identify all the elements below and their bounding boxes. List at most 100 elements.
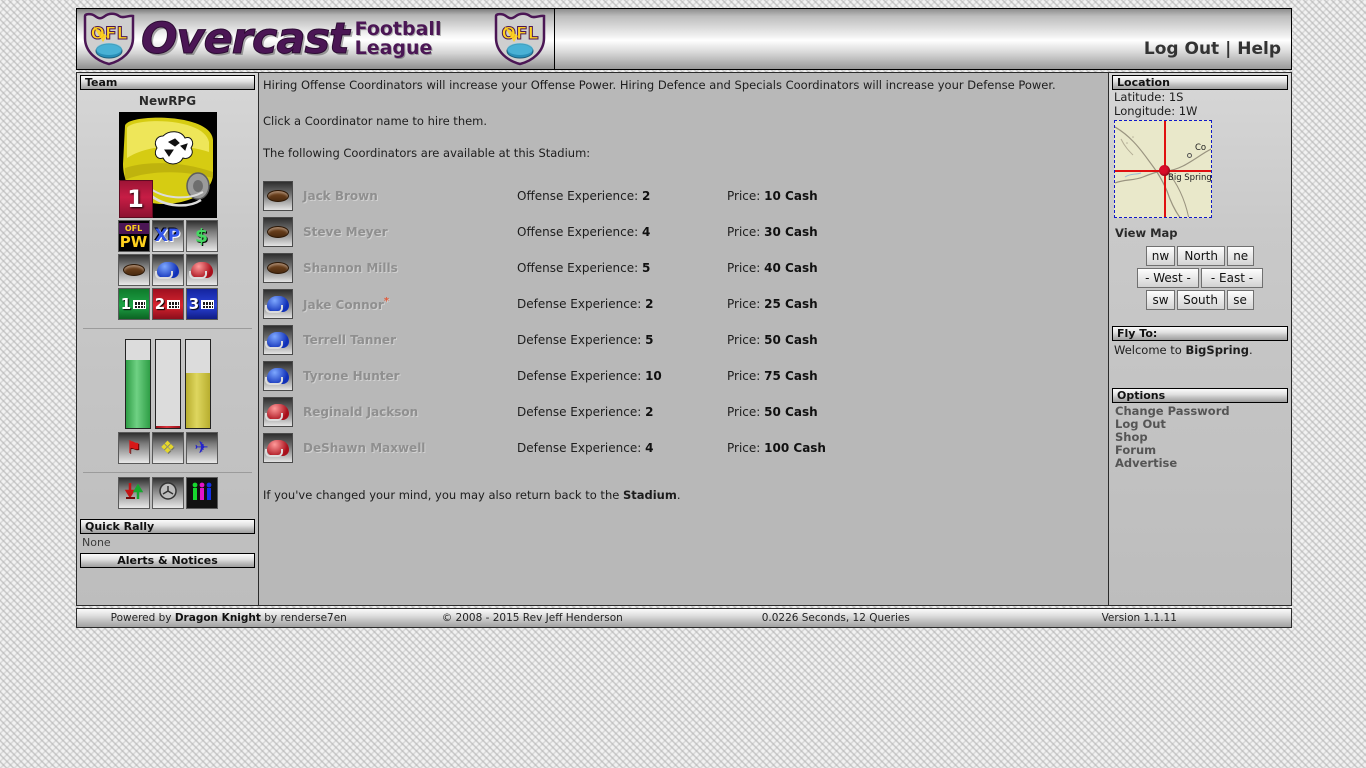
coordinator-name-link[interactable]: Shannon Mills: [303, 261, 517, 275]
coordinator-price: Price: 25 Cash: [727, 297, 818, 312]
football-icon[interactable]: [263, 253, 293, 284]
table-row: Steve Meyer Offense Experience: 4 Price:…: [263, 214, 1103, 250]
squad-2-label: 2: [154, 295, 166, 313]
blue-helmet-icon[interactable]: [263, 289, 293, 320]
footer-powered-prefix: Powered by: [110, 612, 175, 624]
red-helmet-icon: [188, 262, 213, 279]
table-row: Terrell Tanner Defense Experience: 5 Pri…: [263, 322, 1103, 358]
team-helmet-image[interactable]: 1: [118, 112, 217, 218]
sidebar-divider-1: [83, 328, 252, 329]
blue-helmet-icon[interactable]: [263, 325, 293, 356]
header-help-link[interactable]: Help: [1237, 39, 1281, 59]
map-marker-label: Big Spring: [1168, 173, 1212, 184]
squad-3-label: 3: [188, 295, 200, 313]
football-tile[interactable]: [117, 254, 150, 286]
football-icon[interactable]: [263, 217, 293, 248]
coordinator-name-link[interactable]: Terrell Tanner: [303, 333, 517, 347]
option-change-password[interactable]: Change Password: [1115, 404, 1291, 418]
power-tile-line1: OFL: [118, 222, 149, 234]
squad-3-tile[interactable]: 3: [185, 288, 218, 320]
coordinator-name-link[interactable]: Reginald Jackson: [303, 405, 517, 419]
blue-helmet-tile[interactable]: [151, 254, 184, 286]
squad-2-tile[interactable]: 2: [151, 288, 184, 320]
health-bar: [124, 339, 151, 429]
intro-paragraph-1: Hiring Offense Coordinators will increas…: [263, 78, 1056, 92]
transfer-icon: [124, 481, 144, 505]
left-sidebar: Team NewRPG 1 OFL PW XP $ 1 2 3 ⚑ ❖ ✈ Qu…: [76, 72, 259, 606]
nav-south-button[interactable]: South: [1176, 290, 1225, 311]
nav-north-button[interactable]: North: [1177, 246, 1226, 267]
coordinator-name-link[interactable]: Tyrone Hunter: [303, 369, 517, 383]
table-row: Jake Connor* Defense Experience: 2 Price…: [263, 286, 1103, 322]
clock-tile[interactable]: [151, 477, 184, 509]
view-map-link[interactable]: View Map: [1109, 218, 1291, 240]
option-log-out[interactable]: Log Out: [1115, 417, 1291, 431]
ofl-shield-right-icon: OFL: [492, 12, 548, 66]
stamina-bar: [184, 339, 211, 429]
coordinator-name-link[interactable]: DeShawn Maxwell: [303, 441, 517, 455]
footer-engine-link[interactable]: Dragon Knight: [175, 612, 261, 624]
blue-helmet-icon: [154, 262, 179, 279]
flyto-section-header: Fly To:: [1112, 326, 1288, 342]
blue-helmet-icon[interactable]: [263, 361, 293, 392]
whistle-icon: ❖: [159, 437, 176, 458]
main-content: Hiring Offense Coordinators will increas…: [258, 72, 1110, 606]
travel-tile[interactable]: ✈: [185, 432, 218, 464]
table-row: Shannon Mills Offense Experience: 5 Pric…: [263, 250, 1103, 286]
option-advertise[interactable]: Advertise: [1115, 456, 1291, 470]
site-logo[interactable]: OFL Overcast Football League OFL: [77, 9, 555, 69]
transfer-tile[interactable]: [117, 477, 150, 509]
welcome-place: BigSpring: [1185, 343, 1249, 358]
nav-east-button[interactable]: - East -: [1201, 268, 1263, 289]
xp-tile[interactable]: XP: [151, 220, 184, 252]
stat-tiles-row-1: OFL PW XP $: [77, 220, 258, 252]
welcome-message: Welcome to BigSpring.: [1109, 341, 1291, 357]
coordinator-name-link[interactable]: Steve Meyer: [303, 225, 517, 239]
option-shop[interactable]: Shop: [1115, 430, 1291, 444]
squad-1-tile[interactable]: 1: [117, 288, 150, 320]
nav-sw-button[interactable]: sw: [1146, 290, 1175, 311]
page-frame: OFL Overcast Football League OFL Log Out…: [76, 8, 1292, 642]
coordinator-name-link[interactable]: Jake Connor*: [303, 296, 517, 312]
whistle-tile[interactable]: ❖: [151, 432, 184, 464]
power-tile-line2: PW: [119, 232, 148, 251]
plane-icon: ✈: [194, 437, 209, 458]
coordinator-price: Price: 100 Cash: [727, 441, 826, 456]
nav-se-button[interactable]: se: [1226, 290, 1254, 311]
power-tile[interactable]: OFL PW: [117, 220, 150, 252]
nav-west-button[interactable]: - West -: [1137, 268, 1199, 289]
nav-ne-button[interactable]: ne: [1227, 246, 1255, 267]
coordinator-experience: Offense Experience: 4: [517, 225, 651, 240]
red-helmet-icon[interactable]: [263, 433, 293, 464]
nav-nw-button[interactable]: nw: [1145, 246, 1176, 267]
coordinator-name-link[interactable]: Jack Brown: [303, 189, 517, 203]
facemask-icon: [167, 299, 181, 309]
util-icons-row: [77, 477, 258, 509]
coordinator-list: Jack Brown Offense Experience: 2 Price: …: [263, 178, 1103, 466]
footer-copyright: © 2008 - 2015 Rev Jeff Henderson: [441, 612, 623, 624]
coordinator-experience: Defense Experience: 2: [517, 297, 654, 312]
option-forum[interactable]: Forum: [1115, 443, 1291, 457]
energy-bar-fill: [155, 426, 180, 428]
clock-icon: [158, 481, 178, 505]
cash-tile[interactable]: $: [185, 220, 218, 252]
stadium-link[interactable]: Stadium: [623, 488, 677, 502]
football-icon[interactable]: [263, 181, 293, 212]
people-tile[interactable]: [185, 477, 218, 509]
flag-tile[interactable]: ⚑: [117, 432, 150, 464]
brand-subtitle-line2: League: [354, 37, 433, 59]
xp-tile-label: XP: [154, 225, 181, 246]
header-links: Log Out | Help: [1144, 39, 1281, 59]
red-helmet-icon[interactable]: [263, 397, 293, 428]
alerts-notices-header[interactable]: Alerts & Notices: [80, 553, 255, 568]
header-logout-link[interactable]: Log Out: [1144, 39, 1219, 59]
compass-nav-pad: nw North ne - West - - East - sw South s…: [1109, 246, 1291, 311]
coordinator-price: Price: 40 Cash: [727, 261, 818, 276]
footer-powered-by: Powered by Dragon Knight by renderse7en: [77, 612, 381, 624]
ofl-shield-left-icon: OFL: [81, 12, 137, 66]
red-helmet-tile[interactable]: [185, 254, 218, 286]
minimap[interactable]: Co Big Spring: [1114, 120, 1212, 219]
map-node-label: Co: [1195, 143, 1207, 154]
coordinator-experience: Defense Experience: 2: [517, 405, 654, 420]
stamina-bar-fill: [185, 372, 210, 428]
